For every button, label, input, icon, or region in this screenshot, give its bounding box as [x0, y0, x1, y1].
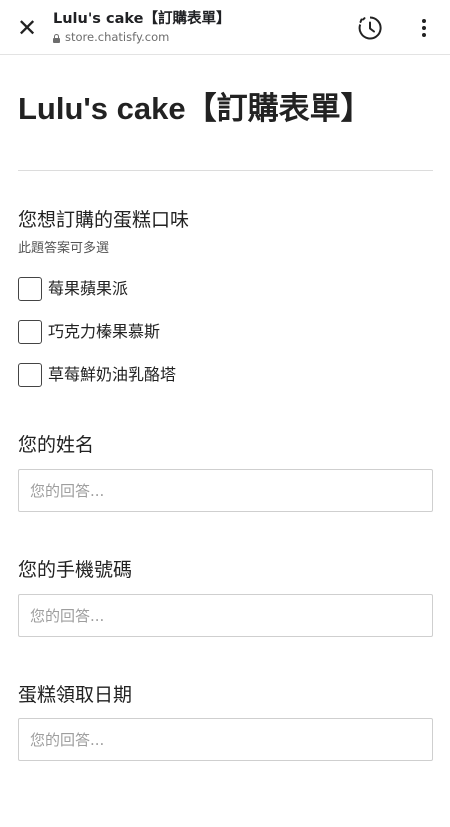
url-text: store.chatisfy.com [65, 30, 170, 44]
pickup-date-input[interactable] [18, 718, 433, 761]
phone-question-label: 您的手機號碼 [18, 559, 133, 581]
flavor-option-label: 草莓鮮奶油乳酪塔 [48, 365, 177, 384]
name-input[interactable] [18, 469, 433, 512]
flavor-question-label: 您想訂購的蛋糕口味 [18, 209, 190, 231]
browser-toolbar: ✕ Lulu's cake【訂購表單】 store.chatisfy.com [0, 0, 450, 55]
flavor-checkbox[interactable] [18, 363, 42, 387]
toolbar-title: Lulu's cake【訂購表單】 [53, 11, 231, 27]
history-icon[interactable] [357, 15, 383, 41]
flavor-question-hint: 此題答案可多選 [18, 241, 110, 256]
page-title-block: Lulu's cake【訂購表單】 store.chatisfy.com [53, 10, 343, 44]
flavor-checkbox[interactable] [18, 277, 42, 301]
flavor-checkbox[interactable] [18, 320, 42, 344]
flavor-option[interactable]: 草莓鮮奶油乳酪塔 [18, 362, 176, 388]
name-question-label: 您的姓名 [18, 434, 95, 456]
flavor-option-label: 莓果蘋果派 [48, 279, 129, 298]
toolbar-url: store.chatisfy.com [53, 30, 343, 44]
flavor-option[interactable]: 莓果蘋果派 [18, 276, 128, 302]
more-vert-icon[interactable] [414, 15, 434, 41]
flavor-option[interactable]: 巧克力榛果慕斯 [18, 319, 160, 345]
flavor-option-label: 巧克力榛果慕斯 [48, 322, 161, 341]
pickup-date-question-label: 蛋糕領取日期 [18, 684, 133, 706]
phone-input[interactable] [18, 594, 433, 637]
title-divider [18, 170, 433, 171]
form-title: Lulu's cake【訂購表單】 [18, 91, 372, 126]
close-icon[interactable]: ✕ [14, 15, 40, 41]
lock-icon [53, 33, 60, 43]
